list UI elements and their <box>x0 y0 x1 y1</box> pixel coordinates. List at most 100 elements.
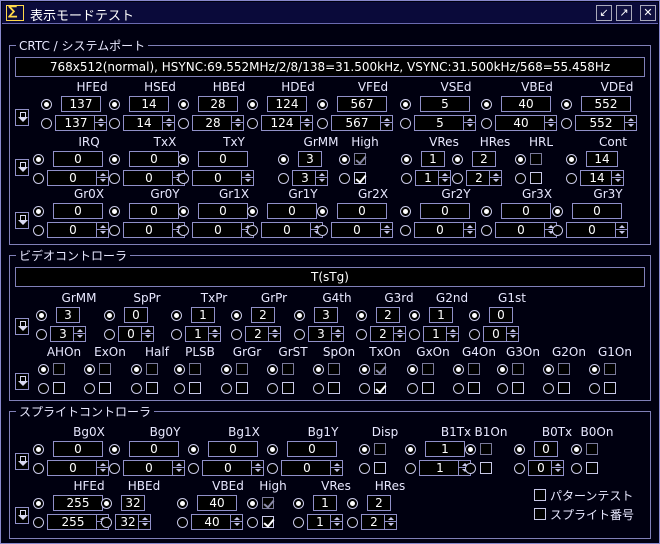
crtc-row1-vded-stepper[interactable]: 552 <box>575 115 637 131</box>
sprite-row1-b0tx-stepper[interactable]: 0 <box>528 460 564 476</box>
sprite-row2-hbed-spin-arrows-icon[interactable] <box>138 515 150 529</box>
video-row1-g2nd-radio-edit[interactable] <box>409 329 420 340</box>
sprite-row1-b0tx-spin-arrows-icon[interactable] <box>551 461 563 475</box>
sprite-row1-b1tx-radio-current[interactable] <box>405 444 416 455</box>
video-row2-gxon-checkbox-edit[interactable] <box>422 382 434 394</box>
crtc-row2-txx-stepper[interactable]: 0 <box>123 170 185 186</box>
sprite-row2-vbed-stepper-value[interactable]: 40 <box>192 515 232 529</box>
crtc-row3-gr0y-stepper[interactable]: 0 <box>123 222 185 238</box>
sprite-row1-bg1x-radio-current[interactable] <box>188 444 199 455</box>
crtc-row2-irq-stepper-value[interactable]: 0 <box>48 171 98 185</box>
sprite-row1-bg1x-spin-arrows-icon[interactable] <box>251 461 263 475</box>
sprite-row2-hres-spin-arrows-icon[interactable] <box>384 515 396 529</box>
video-row2-half-radio-edit[interactable] <box>131 383 142 394</box>
crtc-row1-vsed-spin-arrows-icon[interactable] <box>463 116 475 130</box>
crtc-row2-grmm-stepper-value[interactable]: 3 <box>293 171 317 185</box>
video-row1-sppr-stepper[interactable]: 0 <box>118 326 154 342</box>
crtc-row1-hbed-radio-current[interactable] <box>178 99 189 110</box>
crtc-row1-hfed-spin-arrows-icon[interactable] <box>94 116 106 130</box>
crtc-row1-hsed-radio-current[interactable] <box>109 99 120 110</box>
video-row2-spon-checkbox-edit[interactable] <box>328 382 340 394</box>
sprite-row2-vres-stepper-value[interactable]: 1 <box>308 515 332 529</box>
crtc-row3-gr3y-radio-current[interactable] <box>552 206 563 217</box>
sprite-row2-high-radio-edit[interactable] <box>247 517 258 528</box>
crtc-row1-hsed-stepper[interactable]: 14 <box>123 115 175 131</box>
sprite-row1-b0tx-radio-current[interactable] <box>514 444 525 455</box>
crtc-row1-hded-radio-current[interactable] <box>247 99 258 110</box>
video-row1-grmm-radio-edit[interactable] <box>36 329 47 340</box>
crtc-row2-irq-radio-edit[interactable] <box>33 173 44 184</box>
video-row1-g4th-spin-arrows-icon[interactable] <box>331 327 343 341</box>
crtc-row1-hded-stepper[interactable]: 124 <box>261 115 313 131</box>
video-row1-g1st-radio-edit[interactable] <box>469 329 480 340</box>
crtc-row2-txy-stepper-value[interactable]: 0 <box>193 171 243 185</box>
crtc-row2-high-checkbox-edit[interactable] <box>354 172 366 184</box>
crtc-row2-irq-spin-arrows-icon[interactable] <box>96 171 108 185</box>
crtc-row3-gr2y-radio-current[interactable] <box>400 206 411 217</box>
sprite-row1-bg0y-radio-current[interactable] <box>109 444 120 455</box>
crtc-row3-gr0x-stepper-value[interactable]: 0 <box>48 223 98 237</box>
crtc-row3-gr3x-stepper-value[interactable]: 0 <box>496 223 546 237</box>
sprite-row1-bg0x-radio-edit[interactable] <box>33 463 44 474</box>
crtc-row1-hsed-radio-edit[interactable] <box>109 118 120 129</box>
sprite-row1-bg0y-spin-arrows-icon[interactable] <box>172 461 184 475</box>
sprite-row1-bg0y-radio-edit[interactable] <box>109 463 120 474</box>
crtc-row1-vbed-stepper-value[interactable]: 40 <box>496 116 546 130</box>
sprite-row1-b0tx-radio-edit[interactable] <box>514 463 525 474</box>
minimize-icon[interactable]: ↙ <box>596 5 612 21</box>
crtc-row3-gr2x-radio-current[interactable] <box>317 206 328 217</box>
crtc-row2-txx-stepper-value[interactable]: 0 <box>124 171 174 185</box>
sprite-row2-vbed-radio-edit[interactable] <box>177 517 188 528</box>
video-row2-exon-radio-current[interactable] <box>84 364 95 375</box>
crtc-row1-hfed-stepper-value[interactable]: 137 <box>56 116 96 130</box>
crtc-row3-gr2x-spin-arrows-icon[interactable] <box>380 223 392 237</box>
video-row1-grpr-stepper[interactable]: 2 <box>245 326 281 342</box>
crtc-row2-vres-radio-edit[interactable] <box>401 173 412 184</box>
crtc-row1-vded-radio-current[interactable] <box>561 99 572 110</box>
video-row2-plsb-radio-edit[interactable] <box>174 383 185 394</box>
video-row1-g2nd-stepper-value[interactable]: 1 <box>424 327 448 341</box>
video-row1-g1st-stepper-value[interactable]: 0 <box>484 327 508 341</box>
crtc-row3-gr1y-radio-current[interactable] <box>247 206 258 217</box>
video-row1-txpr-radio-current[interactable] <box>171 310 182 321</box>
crtc-row2-hres-radio-edit[interactable] <box>452 173 463 184</box>
video-row1-g2nd-spin-arrows-icon[interactable] <box>446 327 458 341</box>
video-row2-g3on-radio-edit[interactable] <box>497 383 508 394</box>
sprite-row1-b0tx-stepper-value[interactable]: 0 <box>529 461 553 475</box>
crtc-row1-hbed-stepper[interactable]: 28 <box>192 115 244 131</box>
video-row1-g3rd-spin-arrows-icon[interactable] <box>393 327 405 341</box>
video-row1-g2nd-stepper[interactable]: 1 <box>423 326 459 342</box>
video-row2-exon-checkbox-edit[interactable] <box>99 382 111 394</box>
crtc-row1-vfed-spin-arrows-icon[interactable] <box>380 116 392 130</box>
crtc-row2-hres-stepper[interactable]: 2 <box>466 170 502 186</box>
crtc-row1-hfed-radio-current[interactable] <box>41 99 52 110</box>
video-row2-grst-radio-edit[interactable] <box>267 383 278 394</box>
sprite-row2-vres-spin-arrows-icon[interactable] <box>330 515 342 529</box>
crtc-row1-hfed-radio-edit[interactable] <box>41 118 52 129</box>
crtc-row3-gr1x-radio-edit[interactable] <box>178 225 189 236</box>
crtc-row1-vded-stepper-value[interactable]: 552 <box>576 116 626 130</box>
crtc-row3-gr0x-stepper[interactable]: 0 <box>47 222 109 238</box>
crtc-row1-hbed-spin-arrows-icon[interactable] <box>231 116 243 130</box>
video-row1-g1st-spin-arrows-icon[interactable] <box>506 327 518 341</box>
crtc-row3-gr3x-radio-current[interactable] <box>481 206 492 217</box>
sprite-row2-hbed-radio-edit[interactable] <box>101 517 112 528</box>
sprite-row1-b1on-checkbox-edit[interactable] <box>480 462 492 474</box>
video-row2-g3on-checkbox-edit[interactable] <box>512 382 524 394</box>
video-row1-g4th-radio-current[interactable] <box>294 310 305 321</box>
video-row1-sppr-stepper-value[interactable]: 0 <box>119 327 143 341</box>
sprite-row1-b0on-radio-current[interactable] <box>571 444 582 455</box>
crtc-row1-vsed-stepper-value[interactable]: 5 <box>415 116 465 130</box>
sprite-row1-bg1y-stepper-value[interactable]: 0 <box>282 461 332 475</box>
crtc-row2-hres-stepper-value[interactable]: 2 <box>467 171 491 185</box>
crtc-row3-gr2y-spin-arrows-icon[interactable] <box>463 223 475 237</box>
sprite-row2-hres-stepper[interactable]: 2 <box>361 514 397 530</box>
crtc-row2-cont-radio-current[interactable] <box>566 154 577 165</box>
crtc-row1-hsed-spin-arrows-icon[interactable] <box>162 116 174 130</box>
crtc-row1-vded-spin-arrows-icon[interactable] <box>624 116 636 130</box>
video-row1-g3rd-radio-edit[interactable] <box>356 329 367 340</box>
video-row2-g2on-radio-edit[interactable] <box>543 383 554 394</box>
crtc-row2-txy-stepper[interactable]: 0 <box>192 170 254 186</box>
video-row1-g4th-stepper[interactable]: 3 <box>308 326 344 342</box>
video-row1-txpr-stepper-value[interactable]: 1 <box>186 327 210 341</box>
